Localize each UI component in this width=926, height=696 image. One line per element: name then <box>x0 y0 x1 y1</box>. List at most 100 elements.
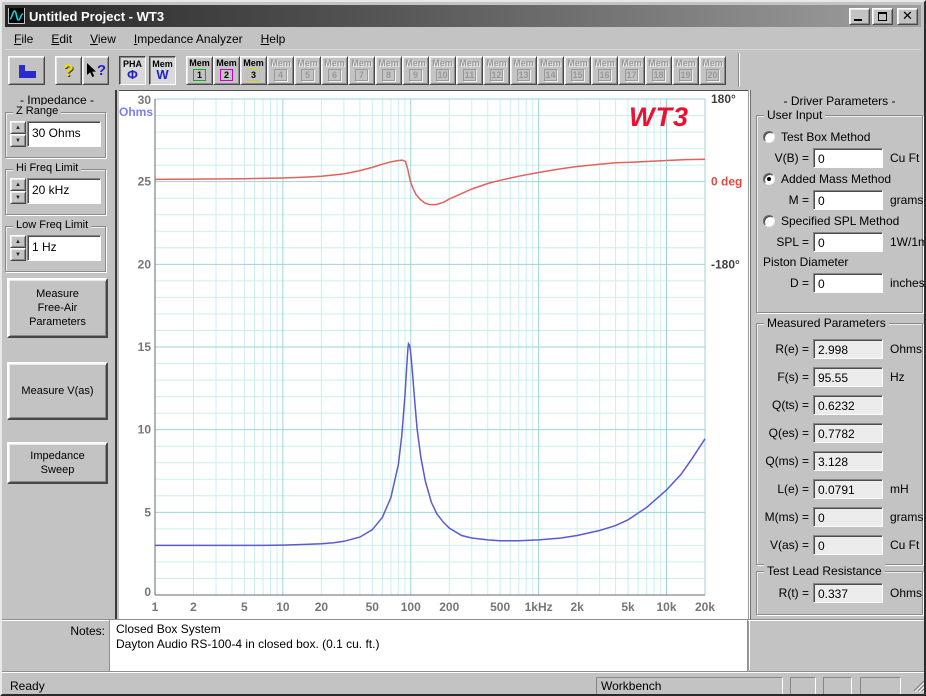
r-e-field: 2.998 <box>813 339 883 359</box>
close-icon: ✕ <box>902 10 913 23</box>
workbench-status-text: Workbench <box>601 679 661 693</box>
param-unit: mH <box>883 482 909 496</box>
mem-number-box: 8 <box>382 69 395 81</box>
mem-2-button[interactable]: Mem2 <box>213 56 240 85</box>
mem-3-button[interactable]: Mem3 <box>240 56 267 85</box>
param-row: M(ms) =0grams <box>761 506 919 527</box>
mem-9-button: Mem9 <box>402 56 429 85</box>
radio-label: Specified SPL Method <box>781 214 899 228</box>
radio-icon[interactable] <box>763 215 775 227</box>
radio-icon[interactable] <box>763 173 775 185</box>
low-freq-input[interactable]: 1 Hz <box>27 235 101 261</box>
minimize-button[interactable] <box>849 8 870 25</box>
param-row: D =0inches <box>761 272 919 293</box>
param-unit: Hz <box>883 370 905 384</box>
param-label: M(ms) = <box>761 510 813 524</box>
f-s-field: 95.55 <box>813 367 883 387</box>
memory-w-button[interactable]: Mem W <box>149 56 176 85</box>
radio-test-box-method[interactable]: Test Box Method <box>763 129 919 144</box>
phase-toggle-button[interactable]: PHA Φ <box>119 56 146 85</box>
workbench-button[interactable] <box>8 56 45 85</box>
mem-number-box: 16 <box>598 69 611 81</box>
notes-line: Closed Box System <box>116 622 741 637</box>
mem-label: Mem <box>189 59 210 68</box>
x-tick-label: 20k <box>695 600 715 614</box>
mem-label: Mem <box>243 59 264 68</box>
maximize-button[interactable] <box>872 8 893 25</box>
radio-specified-spl-method[interactable]: Specified SPL Method <box>763 213 919 228</box>
mem-1-button[interactable]: Mem1 <box>186 56 213 85</box>
m-field[interactable]: 0 <box>813 190 883 210</box>
param-row: Q(ts) =0.6232 <box>761 394 919 415</box>
param-label: Q(ms) = <box>761 454 813 468</box>
param-label: F(s) = <box>761 370 813 384</box>
mem-15-button: Mem15 <box>564 56 591 85</box>
low-freq-down-button[interactable]: ▼ <box>10 248 26 261</box>
param-row: Q(ms) =3.128 <box>761 450 919 471</box>
measured-rows: R(e) =2.998OhmsF(s) =95.55HzQ(ts) =0.623… <box>761 336 919 562</box>
param-row: Q(es) =0.7782 <box>761 422 919 443</box>
param-label: Q(es) = <box>761 426 813 440</box>
help-button[interactable]: ? <box>55 56 82 85</box>
mem-number-box: 12 <box>490 69 503 81</box>
radio-added-mass-method[interactable]: Added Mass Method <box>763 171 919 186</box>
notes-textarea[interactable]: Closed Box System Dayton Audio RS-100-4 … <box>109 620 748 671</box>
z-range-up-button[interactable]: ▲ <box>10 121 26 134</box>
menu-edit[interactable]: Edit <box>42 30 81 48</box>
menu-file[interactable]: File <box>5 30 42 48</box>
z-range-group: Z Range ▲ ▼ 30 Ohms <box>5 112 106 158</box>
x-tick-label: 2k <box>570 600 584 614</box>
notes-row: Notes: Closed Box System Dayton Audio RS… <box>2 619 926 670</box>
radio-icon[interactable] <box>763 131 775 143</box>
mem-20-button: Mem20 <box>699 56 726 85</box>
phase-tick-label: -180° <box>711 257 740 271</box>
z-range-input[interactable]: 30 Ohms <box>27 121 101 147</box>
menu-view[interactable]: View <box>81 30 125 48</box>
mem-label: Mem <box>297 59 318 68</box>
z-range-down-button[interactable]: ▼ <box>10 134 26 147</box>
hi-freq-input[interactable]: 20 kHz <box>27 178 101 204</box>
hi-freq-up-button[interactable]: ▲ <box>10 178 26 191</box>
param-unit: 1W/1m <box>883 235 926 249</box>
x-tick-label: 200 <box>439 600 459 614</box>
measure-free-air-button[interactable]: Measure Free-Air Parameters <box>7 278 108 338</box>
close-button[interactable]: ✕ <box>897 8 918 25</box>
hi-freq-down-button[interactable]: ▼ <box>10 191 26 204</box>
r-t-field: 0.337 <box>813 583 883 603</box>
param-label: V(as) = <box>761 538 813 552</box>
mem-label: Mem <box>594 59 615 68</box>
x-tick-label: 1 <box>152 600 159 614</box>
d-field[interactable]: 0 <box>813 273 883 293</box>
low-freq-up-button[interactable]: ▲ <box>10 235 26 248</box>
menu-bar: FileEditViewImpedance AnalyzerHelp <box>5 28 921 50</box>
param-label: R(t) = <box>761 586 813 600</box>
help-icon: ? <box>63 62 73 79</box>
y-tick-label: 0 <box>144 585 151 599</box>
phi-icon: Φ <box>127 69 138 81</box>
z-range-spinner: ▲ ▼ <box>10 121 26 147</box>
x-tick-label: 5 <box>241 600 248 614</box>
status-panel <box>790 677 816 695</box>
param-label: R(e) = <box>761 342 813 356</box>
y-tick-label: 10 <box>138 423 152 437</box>
context-help-button[interactable]: ? <box>82 56 109 85</box>
hi-freq-label: Hi Freq Limit <box>13 162 81 174</box>
param-unit: Cu Ft <box>883 151 919 165</box>
user-input-label: User Input <box>764 108 825 122</box>
y-tick-label: 25 <box>138 175 152 189</box>
spl-field[interactable]: 0 <box>813 232 883 252</box>
menu-impedance-analyzer[interactable]: Impedance Analyzer <box>125 30 252 48</box>
param-row: V(B) =0Cu Ft <box>761 147 919 168</box>
v-b-field[interactable]: 0 <box>813 148 883 168</box>
driver-parameters-panel: - Driver Parameters - User Input Test Bo… <box>750 90 926 620</box>
x-tick-label: 20 <box>315 600 329 614</box>
q-ms-field: 3.128 <box>813 451 883 471</box>
menu-help[interactable]: Help <box>252 30 295 48</box>
param-label: SPL = <box>761 235 813 249</box>
mem-label: Mem <box>513 59 534 68</box>
resize-grip[interactable] <box>911 678 925 695</box>
impedance-sweep-button[interactable]: Impedance Sweep <box>7 442 108 484</box>
mem-number-box: 5 <box>301 69 314 81</box>
x-tick-label: 5k <box>621 600 635 614</box>
measure-vas-button[interactable]: Measure V(as) <box>7 362 108 420</box>
